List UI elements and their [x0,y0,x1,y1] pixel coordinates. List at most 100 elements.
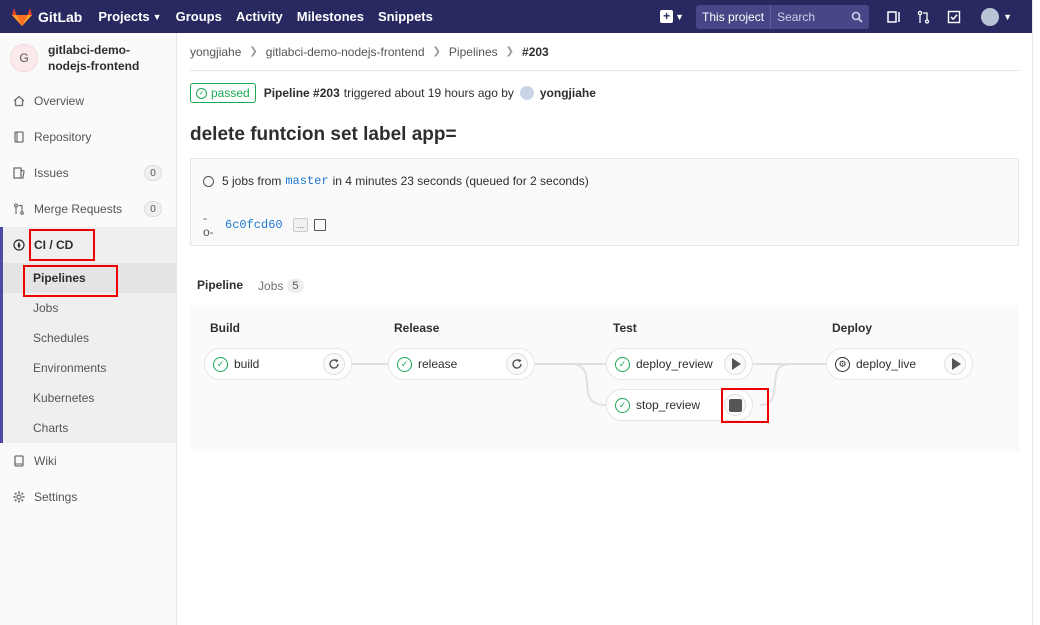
highlight-stop-button-box [721,388,769,423]
avatar[interactable] [519,86,534,100]
tab-pipeline[interactable]: Pipeline [190,265,252,307]
sidebar-project-header[interactable]: G gitlabci-demo-nodejs-frontend [0,33,176,83]
sidebar-toggle-icon[interactable] [886,9,902,25]
search-placeholder: Search [777,9,816,24]
pipeline-id: Pipeline #203 [263,86,340,100]
status-badge[interactable]: ✓ passed [190,83,256,103]
gitlab-logo-icon [12,7,32,26]
job-deploy-live[interactable]: ⚙ deploy_live [826,348,973,380]
job-release[interactable]: ✓ release [388,348,535,380]
nav-projects-label: Projects [98,9,150,24]
merge-requests-icon[interactable] [916,9,932,25]
search-scope-label[interactable]: This project [696,4,772,29]
job-deploy-review[interactable]: ✓ deploy_review [606,348,753,380]
retry-icon [512,359,522,369]
nav-activity-label: Activity [235,9,283,24]
nav-milestones[interactable]: Milestones [297,9,364,24]
sidebar-item-issues[interactable]: Issues 0 [0,155,176,191]
nav-snippets-label: Snippets [377,9,433,24]
sidebar-item-merge-requests[interactable]: Merge Requests 0 [0,191,176,227]
tab-pipeline-label: Pipeline [197,278,244,292]
job-name: stop_review [636,398,701,412]
gear-icon: ⚙ [835,356,850,372]
nav-snippets[interactable]: Snippets [378,9,433,24]
sidebar-subitem-environments[interactable]: Environments [3,353,176,383]
sidebar-subitem-charts[interactable]: Charts [3,413,176,443]
breadcrumb-pipelines[interactable]: Pipelines [449,45,498,59]
nav-projects[interactable]: Projects ▼ [98,9,161,24]
chevron-down-icon: ▼ [1003,11,1012,22]
commit-sha-link[interactable]: 6c0fcd60 [225,218,283,232]
search-icon [851,11,863,23]
pipeline-triggered-text: triggered about 19 hours ago by [343,86,514,100]
breadcrumb-project[interactable]: gitlabci-demo-nodejs-frontend [266,45,425,59]
page-title: delete funtcion set label app= [190,124,457,145]
tab-jobs[interactable]: Jobs 5 [251,265,311,307]
main-content: yongjiahe ❯ gitlabci-demo-nodejs-fronten… [190,33,1019,451]
check-circle-icon: ✓ [397,356,412,372]
jobs-suffix-text: in 4 minutes 23 seconds (queued for 2 se… [332,174,589,188]
stage-title-build: Build [210,321,240,335]
retry-button[interactable] [506,353,528,375]
breadcrumb-user[interactable]: yongjiahe [190,45,241,59]
sidebar-item-label: Wiki [34,454,57,468]
commit-message-toggle-button[interactable]: ... [292,218,309,232]
sidebar-item-label: Merge Requests [34,202,123,216]
jobs-count-badge: 5 [287,279,304,293]
job-build[interactable]: ✓ build [204,348,352,380]
job-name: build [234,357,260,371]
chevron-down-icon: ▼ [152,11,162,22]
breadcrumb-current[interactable]: #203 [522,45,549,59]
jobs-prefix-text: 5 jobs from [222,174,282,188]
clock-icon [203,175,214,187]
stage-title-test: Test [613,321,637,335]
gitlab-home-link[interactable]: GitLab [12,7,83,26]
scrollbar[interactable] [1032,0,1040,625]
pipeline-user[interactable]: yongjiahe [540,86,596,100]
commit-icon: -o- [203,211,214,239]
user-menu[interactable]: ▼ [981,7,1012,26]
check-circle-icon: ✓ [615,397,630,413]
check-circle-icon: ✓ [196,87,207,99]
sidebar-item-overview[interactable]: Overview [0,83,176,119]
chevron-right-icon: ❯ [505,46,515,57]
project-name: gitlabci-demo-nodejs-frontend [48,43,140,73]
chevron-right-icon: ❯ [249,46,258,57]
todos-icon[interactable] [946,9,962,25]
nav-groups-label: Groups [175,9,222,24]
job-name: deploy_review [636,357,713,371]
play-button[interactable] [944,353,966,375]
new-dropdown[interactable]: + ▼ [660,10,684,23]
check-circle-icon: ✓ [213,356,228,372]
sidebar-item-settings[interactable]: Settings [0,479,176,515]
search-input[interactable]: Search [771,5,869,29]
book-icon [12,130,26,144]
nav-groups[interactable]: Groups [176,9,222,24]
plus-icon: + [660,10,674,23]
pipeline-info-box: 5 jobs from master in 4 minutes 23 secon… [190,158,1019,246]
stage-title-release: Release [394,321,440,335]
sidebar-subitem-jobs[interactable]: Jobs [3,293,176,323]
play-button[interactable] [724,353,746,375]
retry-button[interactable] [323,353,345,375]
sidebar-item-repository[interactable]: Repository [0,119,176,155]
sidebar-item-label: Issues [34,166,69,180]
breadcrumb: yongjiahe ❯ gitlabci-demo-nodejs-fronten… [190,33,1019,71]
status-badge-label: passed [211,86,250,100]
brand-name: GitLab [38,8,83,25]
copy-icon[interactable] [314,219,327,231]
retry-icon [329,359,339,369]
sidebar-subitem-schedules[interactable]: Schedules [3,323,176,353]
search-box[interactable]: This project Search [696,4,870,29]
branch-link[interactable]: master [285,174,328,188]
pipeline-graph: Build Release Test Deploy ✓ build ✓ rele… [190,305,1019,451]
sidebar-item-wiki[interactable]: Wiki [0,443,176,479]
tab-jobs-label: Jobs [258,279,284,293]
merge-requests-count-badge: 0 [144,201,162,217]
pipeline-header: ✓ passed Pipeline #203 triggered about 1… [190,71,1019,115]
sidebar-subitem-kubernetes[interactable]: Kubernetes [3,383,176,413]
highlight-pipelines-box [23,265,118,297]
nav-activity[interactable]: Activity [236,9,283,24]
wiki-icon [12,454,26,468]
highlight-cicd-box [29,229,95,261]
